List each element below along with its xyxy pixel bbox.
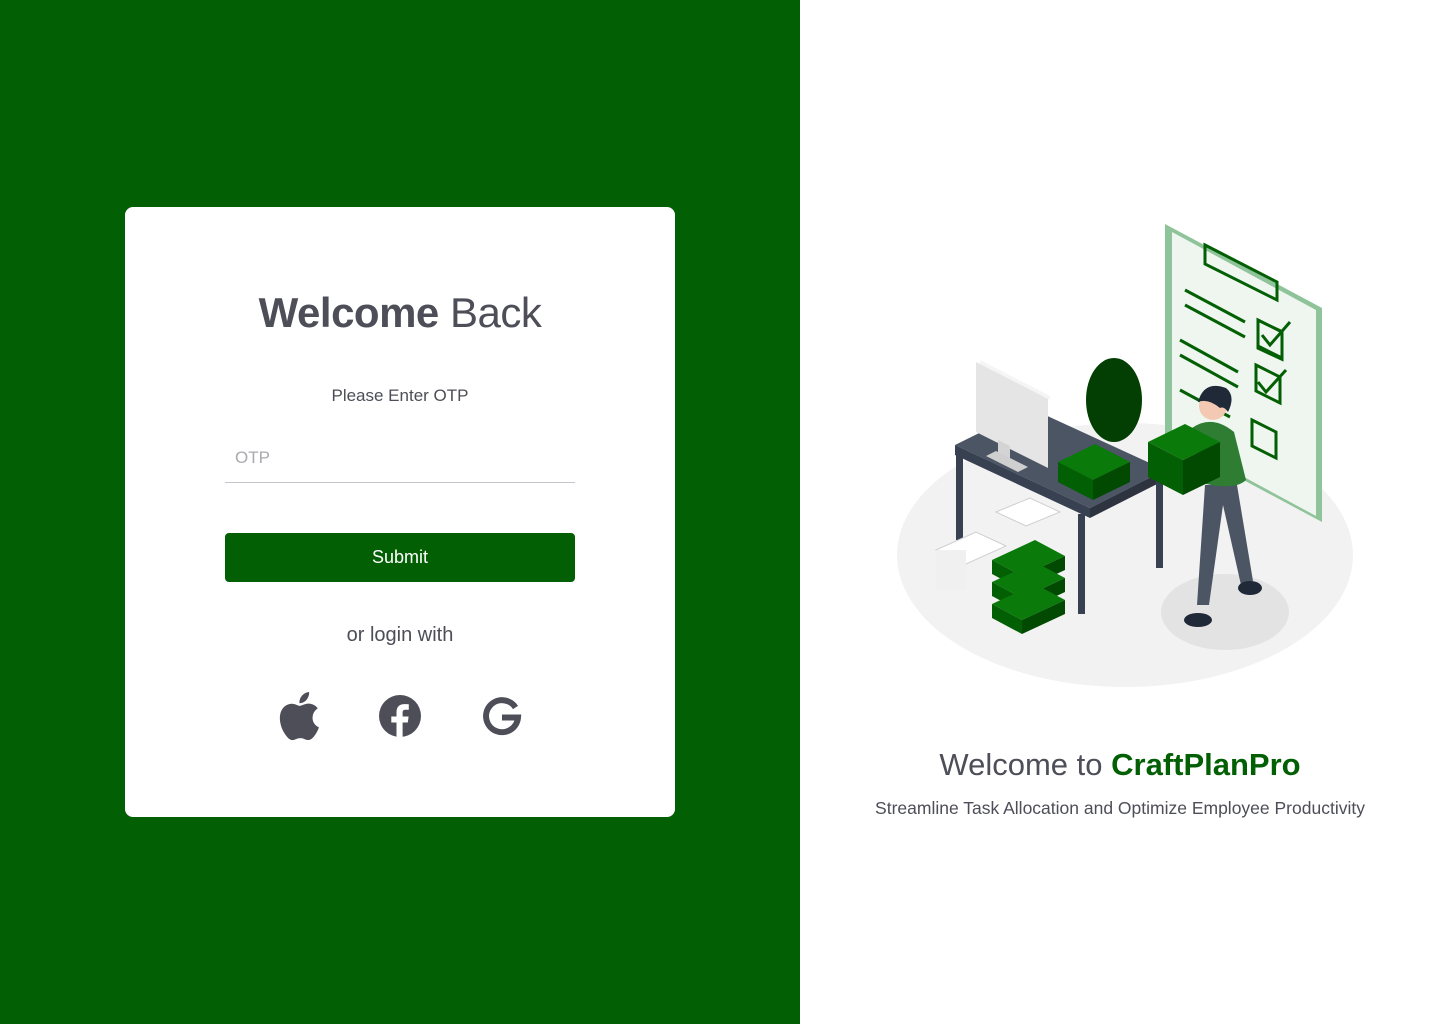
brand-name: CraftPlanPro bbox=[1111, 747, 1301, 782]
hero-tagline: Streamline Task Allocation and Optimize … bbox=[875, 798, 1365, 818]
alt-login-label: or login with bbox=[346, 624, 454, 646]
submit-button[interactable]: Submit bbox=[225, 533, 575, 582]
title-bold: Welcome bbox=[258, 289, 440, 336]
google-login-button[interactable] bbox=[478, 690, 526, 742]
hero-heading: Welcome to CraftPlanPro bbox=[800, 743, 1440, 787]
chair bbox=[1086, 358, 1142, 442]
welcome-prefix: Welcome to bbox=[939, 747, 1103, 782]
otp-prompt: Please Enter OTP bbox=[331, 386, 469, 405]
page-title: Welcome Back bbox=[0, 285, 800, 341]
hero-illustration bbox=[897, 224, 1353, 687]
apple-icon bbox=[279, 692, 319, 741]
google-icon bbox=[483, 697, 522, 736]
otp-field-wrapper bbox=[225, 436, 575, 483]
apple-login-button[interactable] bbox=[274, 690, 322, 742]
otp-input[interactable] bbox=[225, 436, 575, 480]
facebook-icon bbox=[379, 695, 421, 738]
facebook-login-button[interactable] bbox=[376, 690, 424, 742]
title-light: Back bbox=[449, 289, 542, 336]
